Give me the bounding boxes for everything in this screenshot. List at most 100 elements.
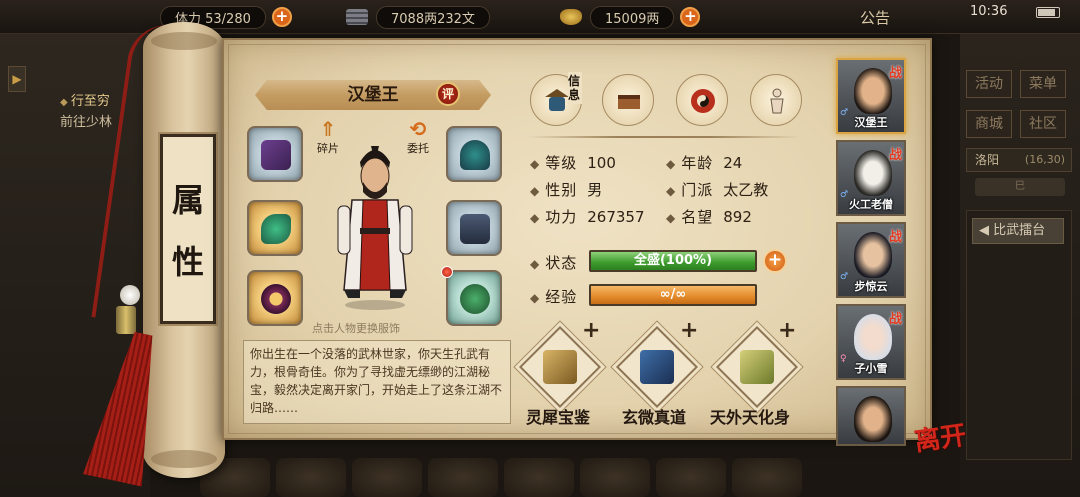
expand-arrow-icon[interactable]: ▶: [8, 66, 26, 92]
bottom-nav-item[interactable]: [504, 458, 574, 497]
fame-label: 名望: [681, 208, 714, 226]
meridian-icon: [770, 88, 784, 114]
notification-dot: [441, 266, 453, 278]
state-label: 状态: [545, 254, 578, 272]
inventory-category-button[interactable]: [602, 74, 654, 126]
gender-value: 男: [587, 181, 603, 199]
bracer-icon: [261, 140, 291, 170]
state-bar: 全盛(100%): [589, 250, 757, 272]
arena-label: 比武擂台: [993, 223, 1046, 238]
bottom-nav: [200, 458, 840, 497]
bottom-nav-item[interactable]: [656, 458, 726, 497]
stat-age: ◆ 年龄 24: [666, 152, 742, 173]
party-member-3[interactable]: 战 ♂ 步惊云: [836, 222, 906, 298]
diamond-icon: ◆: [530, 157, 540, 171]
age-label: 年龄: [681, 154, 714, 172]
gender-label: 性别: [545, 181, 578, 199]
silver-value: 15009两: [590, 5, 675, 29]
stat-power: ◆ 功力 267357: [530, 206, 645, 227]
change-outfit-hint: 点击人物更换服饰: [312, 322, 400, 335]
bottom-nav-item[interactable]: [276, 458, 346, 497]
bottom-nav-item[interactable]: [352, 458, 422, 497]
book-box-icon: [618, 95, 640, 109]
war-badge: 战: [888, 148, 902, 163]
diamond-icon: ◆: [530, 184, 540, 198]
copper-value: 7088两232文: [376, 5, 490, 29]
helmet-icon: [460, 140, 490, 170]
bagua-category-button[interactable]: [676, 74, 728, 126]
stat-level: ◆ 等级 100: [530, 152, 616, 173]
avatar: [854, 314, 892, 360]
level-label: 等级: [545, 154, 578, 172]
state-row: ◆ 状态: [530, 252, 587, 273]
coin-stack-icon: [346, 9, 368, 25]
stamina-plus-button[interactable]: +: [271, 7, 292, 27]
section-divider: [528, 136, 800, 138]
swap-arrows-icon: ⟲: [409, 117, 427, 141]
bagua-icon: [691, 89, 715, 113]
stat-fame: ◆ 名望 892: [666, 206, 752, 227]
attribute-tab[interactable]: 属 性: [158, 132, 218, 326]
bottom-nav-item[interactable]: [732, 458, 802, 497]
equip-slot-boots[interactable]: [446, 270, 502, 326]
exp-bar: ∞/∞: [589, 284, 757, 306]
scroll-book-icon: [740, 350, 774, 384]
location-coord: (16,30): [1024, 153, 1065, 166]
restore-state-button[interactable]: +: [763, 249, 787, 273]
party-member-5[interactable]: [836, 386, 906, 446]
party-member-name: 汉堡王: [854, 116, 888, 129]
menu-button[interactable]: 菜单: [1020, 70, 1066, 98]
party-member-2[interactable]: 战 ♂ 火工老僧: [836, 140, 906, 216]
equip-slot-gloves[interactable]: [247, 200, 303, 256]
arena-panel: [966, 210, 1072, 460]
state-value: 全盛(100%): [633, 253, 713, 268]
location-indicator[interactable]: 洛阳 (16,30): [966, 148, 1072, 172]
book-2-label: 玄微真道: [622, 408, 687, 427]
avatar: [854, 150, 892, 196]
party-member-1[interactable]: 战 ♂ 汉堡王: [836, 58, 906, 134]
book-3-plus-icon[interactable]: +: [778, 318, 796, 343]
party-member-4[interactable]: 战 ♀ 子小雪: [836, 304, 906, 380]
age-value: 24: [723, 154, 743, 172]
quest-tracker[interactable]: 行至穷 前往少林: [60, 92, 112, 133]
war-badge: 战: [888, 312, 902, 327]
diamond-icon: ◆: [666, 184, 676, 198]
quest-title: 行至穷: [60, 92, 112, 113]
diamond-icon: ◆: [666, 211, 676, 225]
stat-gender: ◆ 性别男: [530, 179, 602, 200]
book-2-plus-icon[interactable]: +: [680, 318, 698, 343]
status-time: 10:36: [970, 4, 1008, 19]
hero-name: 汉堡王: [347, 85, 399, 105]
activity-button[interactable]: 活动: [966, 70, 1012, 98]
diamond-icon: ◆: [530, 211, 540, 225]
claw-icon: [261, 214, 291, 244]
armor-icon: [460, 214, 490, 244]
book-3-label: 天外天化身: [710, 408, 791, 427]
party-member-name: 子小雪: [854, 362, 888, 375]
copper-resource: 7088两232文: [346, 5, 490, 29]
quest-desc: 前往少林: [60, 115, 113, 130]
arena-button[interactable]: ◀ 比武擂台: [972, 218, 1064, 244]
book-1-plus-icon[interactable]: +: [582, 318, 600, 343]
diamond-icon: ◆: [530, 257, 540, 271]
rate-button[interactable]: 评: [436, 82, 460, 106]
notice-button[interactable]: 公告: [860, 7, 890, 28]
bottom-nav-item[interactable]: [580, 458, 650, 497]
equip-slot-ring[interactable]: [247, 270, 303, 326]
tassel-cap: [116, 306, 136, 334]
jade-icon: [460, 284, 490, 314]
shop-button[interactable]: 商城: [966, 110, 1012, 138]
hero-portrait[interactable]: [330, 140, 420, 310]
up-arrow-icon: ⇑: [319, 117, 337, 141]
meridian-category-button[interactable]: [750, 74, 802, 126]
level-value: 100: [587, 154, 616, 172]
equip-slot-hat[interactable]: [446, 126, 502, 182]
equip-slot-bracer[interactable]: [247, 126, 303, 182]
bottom-nav-item[interactable]: [428, 458, 498, 497]
exp-value: ∞/∞: [659, 287, 687, 302]
community-button[interactable]: 社区: [1020, 110, 1066, 138]
sect-value: 太乙教: [723, 181, 769, 199]
leave-button[interactable]: 离开: [912, 415, 969, 459]
silver-plus-button[interactable]: +: [680, 7, 701, 27]
equip-slot-armor[interactable]: [446, 200, 502, 256]
